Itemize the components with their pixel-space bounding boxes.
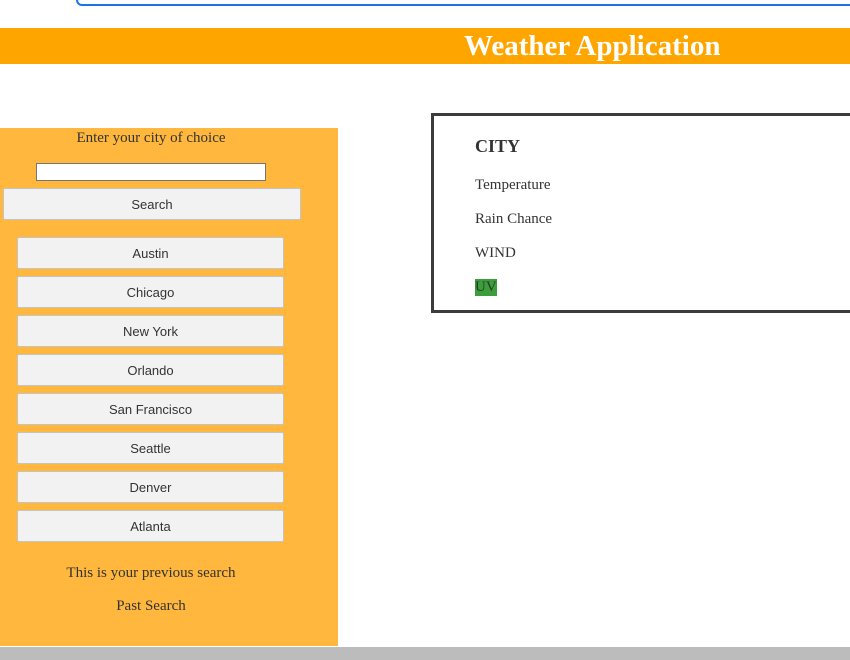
city-button-atlanta[interactable]: Atlanta — [17, 510, 284, 542]
rain-chance-label: Rain Chance — [475, 211, 553, 227]
city-name: CITY — [475, 136, 521, 156]
address-bar[interactable] — [76, 0, 850, 6]
past-search-text: Past Search — [116, 598, 186, 614]
city-button-seattle[interactable]: Seattle — [17, 432, 284, 464]
wind-label: WIND — [475, 245, 516, 261]
city-input[interactable] — [36, 163, 266, 181]
city-button-austin[interactable]: Austin — [17, 237, 284, 269]
temperature-label: Temperature — [475, 177, 551, 193]
weather-card: CITY Temperature Rain Chance WIND UV — [431, 113, 850, 313]
city-prompt-label: Enter your city of choice — [76, 130, 226, 146]
browser-chrome — [0, 0, 850, 6]
search-button[interactable]: Search — [3, 188, 301, 220]
previous-search-label: This is your previous search — [66, 565, 236, 581]
city-button-denver[interactable]: Denver — [17, 471, 284, 503]
footer-bar — [0, 647, 850, 660]
app-header: Weather Application — [0, 28, 850, 64]
city-button-new-york[interactable]: New York — [17, 315, 284, 347]
search-sidebar: Enter your city of choice Search Austin … — [0, 128, 338, 646]
city-button-san-francisco[interactable]: San Francisco — [17, 393, 284, 425]
page-title: Weather Application — [464, 30, 721, 62]
uv-label: UV — [475, 279, 497, 296]
city-button-chicago[interactable]: Chicago — [17, 276, 284, 308]
city-button-orlando[interactable]: Orlando — [17, 354, 284, 386]
